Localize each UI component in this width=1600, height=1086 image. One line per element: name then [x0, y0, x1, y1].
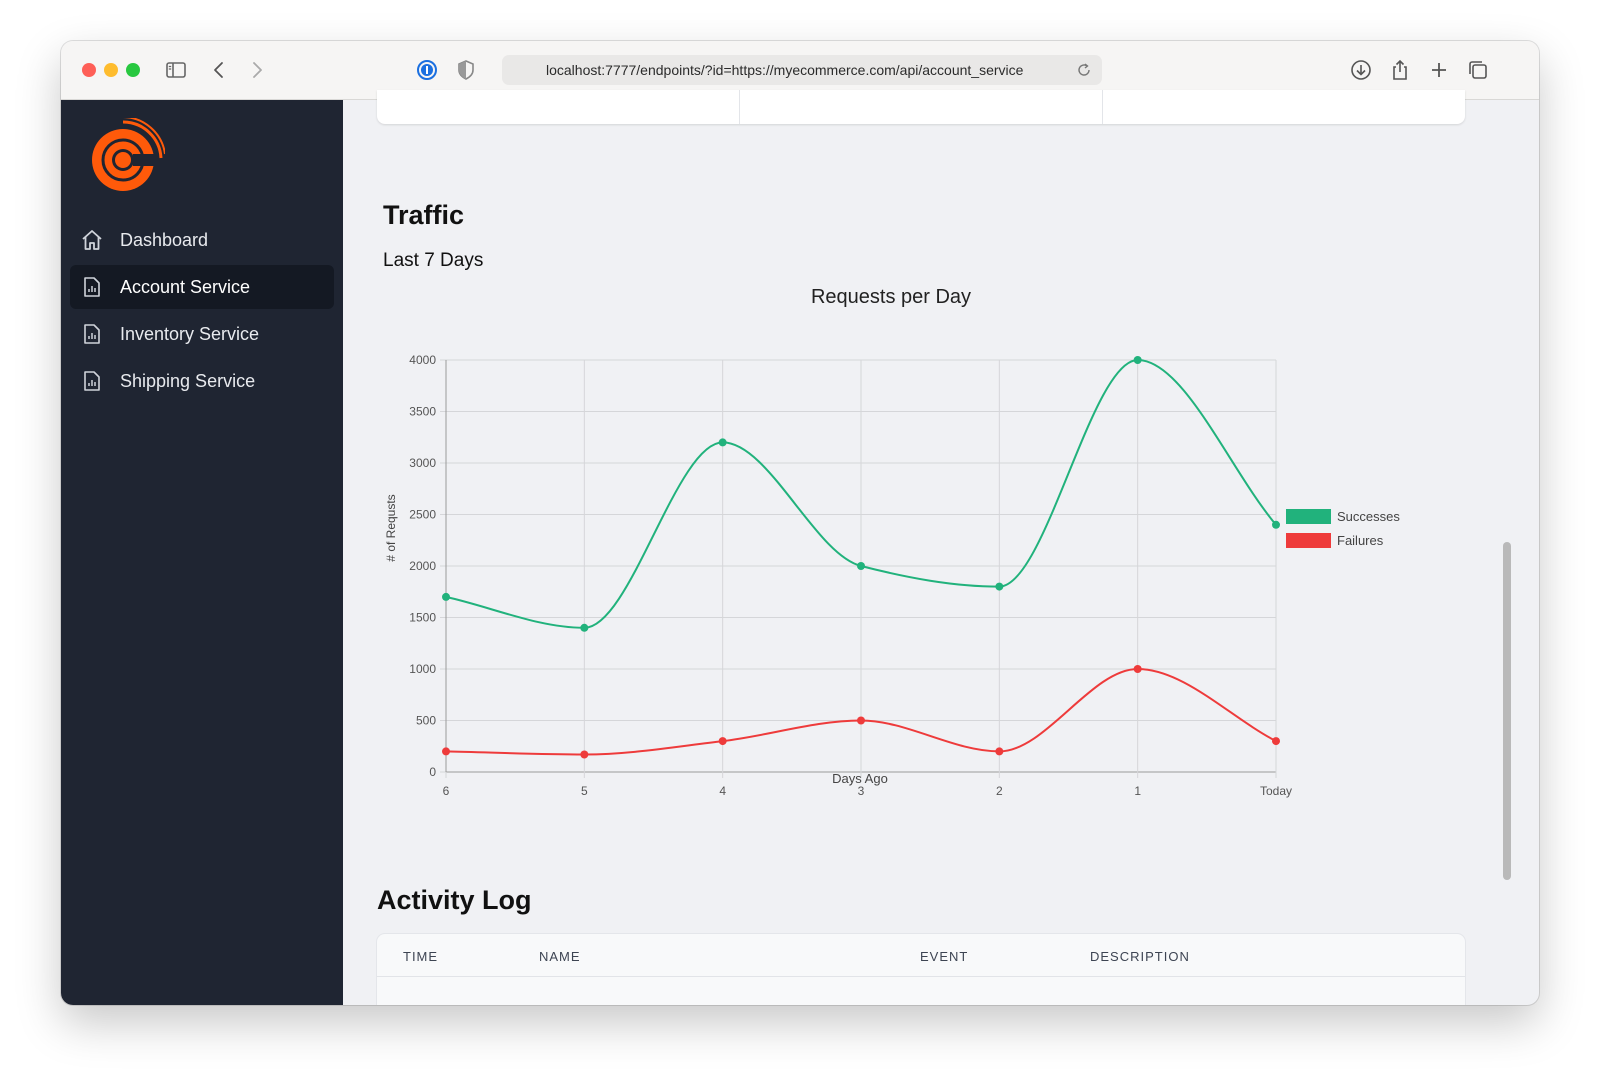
column-header-description[interactable]: DESCRIPTION [1090, 949, 1190, 964]
x-tick-label: 4 [719, 784, 726, 798]
home-icon [80, 228, 104, 252]
x-tick-label: Today [1260, 784, 1292, 798]
activity-log-heading: Activity Log [377, 885, 532, 915]
page-scrollbar[interactable] [1503, 542, 1511, 880]
report-icon [80, 322, 104, 346]
failures-point [718, 737, 727, 746]
sidebar-item-label: Account Service [120, 277, 251, 297]
sidebar-item-dashboard[interactable]: Dashboard [70, 218, 334, 262]
new-tab-icon[interactable] [1427, 58, 1451, 82]
back-icon[interactable] [207, 58, 231, 82]
y-tick-label: 1000 [409, 662, 436, 676]
chart-grid: 0 500 1000 1500 2000 2500 3000 3500 4000 6 5 4 3 2 1 To… [409, 353, 1292, 798]
report-icon [80, 275, 104, 299]
sidebar-item-account-service[interactable]: Account Service [70, 265, 334, 309]
x-tick-label: 5 [581, 784, 588, 798]
table-header-divider [377, 976, 1465, 977]
requests-chart: Requests per Day 0 500 1000 1500 2000 2500 300… [384, 286, 1400, 798]
browser-window: localhost:7777/endpoints/?id=https://mye… [61, 41, 1539, 1005]
successes-point [718, 438, 727, 447]
successes-point [1272, 520, 1280, 529]
minimize-window-button[interactable] [104, 63, 118, 77]
column-header-time[interactable]: TIME [403, 949, 438, 964]
legend-swatch [1286, 533, 1331, 548]
privacy-shield-icon[interactable] [454, 58, 478, 82]
x-tick-label: 3 [858, 784, 865, 798]
y-tick-label: 2000 [409, 559, 436, 573]
legend-swatch [1286, 509, 1331, 524]
tab-overview-icon[interactable] [1466, 58, 1490, 82]
y-tick-label: 4000 [409, 353, 436, 367]
successes-point [442, 592, 450, 601]
successes-point [580, 623, 589, 632]
zoom-window-button[interactable] [126, 63, 140, 77]
url-text: localhost:7777/endpoints/?id=https://mye… [546, 62, 1024, 78]
y-tick-label: 0 [429, 765, 436, 779]
x-tick-label: 6 [443, 784, 450, 798]
sidebar-item-shipping-service[interactable]: Shipping Service [70, 359, 334, 403]
downloads-icon[interactable] [1349, 58, 1373, 82]
failures-point [442, 747, 450, 756]
failures-point [995, 747, 1004, 756]
failures-point [580, 750, 589, 759]
report-icon [80, 369, 104, 393]
chart-legend: Successes Failures [1286, 509, 1400, 548]
password-manager-icon[interactable] [415, 58, 439, 82]
reload-icon[interactable] [1076, 62, 1092, 78]
sidebar-toggle-icon[interactable] [164, 58, 188, 82]
legend-label: Successes [1337, 509, 1400, 524]
legend-label: Failures [1337, 533, 1384, 548]
successes-point [995, 582, 1004, 591]
sidebar-item-label: Dashboard [120, 230, 209, 250]
forward-icon[interactable] [245, 58, 269, 82]
chart-title: Requests per Day [811, 286, 971, 308]
y-tick-label: 1500 [409, 611, 436, 625]
y-tick-label: 500 [416, 714, 436, 728]
y-axis-label: # of Requsts [384, 494, 398, 561]
y-tick-label: 2500 [409, 508, 436, 522]
main-content: Traffic Last 7 Days Requests per Day 0 50… [343, 90, 1539, 1005]
sidebar-item-label: Inventory Service [120, 324, 260, 344]
failures-point [857, 716, 865, 725]
close-window-button[interactable] [82, 63, 96, 77]
successes-point [857, 562, 865, 570]
address-bar[interactable]: localhost:7777/endpoints/?id=https://mye… [502, 55, 1102, 85]
sidebar: Dashboard Account Service Inventory Serv… [61, 100, 343, 1005]
x-axis-label: Days Ago [832, 771, 888, 786]
activity-log-table: TIME NAME EVENT DESCRIPTION [377, 934, 1465, 1005]
sidebar-item-inventory-service[interactable]: Inventory Service [70, 312, 334, 356]
share-icon[interactable] [1388, 58, 1412, 82]
y-tick-label: 3500 [409, 405, 436, 419]
column-header-name[interactable]: NAME [539, 949, 581, 964]
failures-point [1272, 737, 1280, 746]
column-header-event[interactable]: EVENT [920, 949, 968, 964]
successes-point [1133, 356, 1142, 364]
sidebar-item-label: Shipping Service [120, 371, 256, 391]
x-tick-label: 1 [1134, 784, 1141, 798]
x-tick-label: 2 [996, 784, 1003, 798]
failures-point [1133, 665, 1142, 673]
y-tick-label: 3000 [409, 456, 436, 470]
app-logo[interactable] [85, 118, 165, 198]
